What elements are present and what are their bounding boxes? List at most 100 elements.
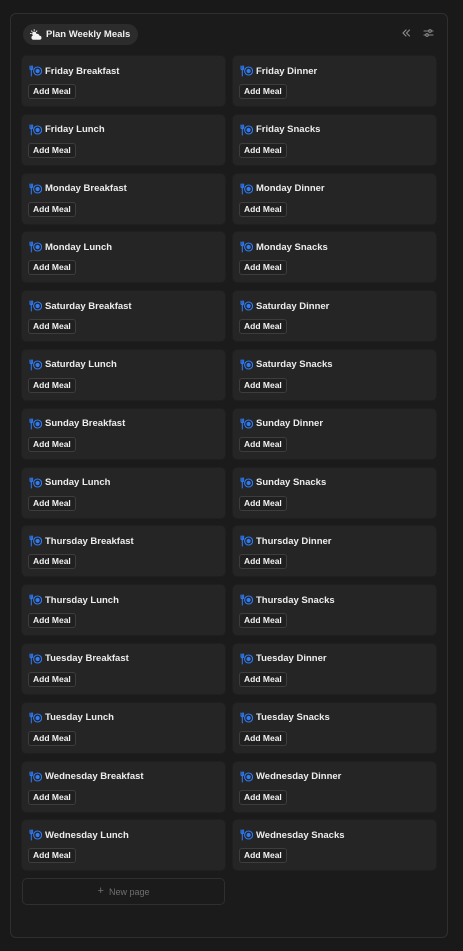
- view-tab[interactable]: Plan Weekly Meals: [23, 24, 139, 45]
- meal-card[interactable]: Wednesday Dinner Add Meal: [233, 761, 436, 812]
- new-page-button[interactable]: + New page: [22, 878, 225, 905]
- card-title-text: Monday Snacks: [256, 241, 328, 253]
- card-title: Sunday Dinner: [240, 417, 323, 431]
- add-meal-button[interactable]: Add Meal: [239, 377, 287, 393]
- meal-card[interactable]: Tuesday Breakfast Add Meal: [22, 643, 225, 694]
- add-meal-button[interactable]: Add Meal: [28, 789, 76, 805]
- fork-plate-icon: [240, 829, 253, 841]
- meal-card[interactable]: Saturday Snacks Add Meal: [233, 349, 436, 400]
- add-meal-button[interactable]: Add Meal: [239, 848, 287, 864]
- add-meal-button[interactable]: Add Meal: [28, 319, 76, 335]
- meal-card[interactable]: Friday Snacks Add Meal: [233, 114, 436, 165]
- add-meal-button[interactable]: Add Meal: [28, 142, 76, 158]
- meal-card[interactable]: Monday Dinner Add Meal: [233, 173, 436, 224]
- card-title: Monday Snacks: [240, 240, 328, 254]
- card-title-text: Friday Breakfast: [45, 65, 120, 77]
- card-title: Monday Lunch: [29, 240, 112, 254]
- add-meal-button[interactable]: Add Meal: [28, 436, 76, 452]
- add-meal-button[interactable]: Add Meal: [239, 319, 287, 335]
- fork-plate-icon: [29, 124, 42, 136]
- card-title-text: Thursday Dinner: [256, 535, 332, 547]
- add-meal-button[interactable]: Add Meal: [239, 789, 287, 805]
- fork-plate-icon: [240, 712, 253, 724]
- add-meal-button[interactable]: Add Meal: [28, 84, 76, 99]
- add-meal-button[interactable]: Add Meal: [239, 84, 287, 99]
- card-title-text: Monday Lunch: [45, 241, 113, 253]
- sun-cloud-icon: [30, 28, 42, 41]
- meal-card[interactable]: Friday Breakfast Add Meal: [22, 56, 225, 106]
- card-title: Saturday Snacks: [240, 358, 333, 372]
- fork-plate-icon: [29, 712, 42, 724]
- meal-card[interactable]: Sunday Snacks Add Meal: [233, 467, 436, 518]
- add-meal-button[interactable]: Add Meal: [239, 671, 287, 687]
- meal-card[interactable]: Saturday Dinner Add Meal: [233, 291, 436, 342]
- add-meal-button[interactable]: Add Meal: [239, 730, 287, 746]
- add-meal-button[interactable]: Add Meal: [28, 613, 76, 629]
- card-title: Tuesday Dinner: [240, 652, 327, 666]
- fork-plate-icon: [29, 594, 42, 606]
- card-title-text: Tuesday Snacks: [256, 712, 330, 724]
- card-title-text: Saturday Dinner: [256, 300, 330, 312]
- meal-card[interactable]: Tuesday Dinner Add Meal: [233, 643, 436, 694]
- meal-card[interactable]: Saturday Lunch Add Meal: [22, 349, 225, 400]
- double-chevron-left-icon[interactable]: [399, 26, 413, 40]
- add-meal-button[interactable]: Add Meal: [28, 377, 76, 393]
- meal-card[interactable]: Wednesday Breakfast Add Meal: [22, 761, 225, 812]
- card-title-text: Saturday Breakfast: [45, 300, 132, 312]
- meal-card[interactable]: Monday Breakfast Add Meal: [22, 173, 225, 224]
- card-title: Tuesday Breakfast: [29, 652, 129, 666]
- meal-card[interactable]: Tuesday Lunch Add Meal: [22, 702, 225, 753]
- meal-card[interactable]: Friday Dinner Add Meal: [233, 56, 436, 106]
- fork-plate-icon: [240, 65, 253, 77]
- add-meal-button[interactable]: Add Meal: [28, 260, 76, 276]
- add-meal-button[interactable]: Add Meal: [239, 142, 287, 158]
- fork-plate-icon: [29, 241, 42, 253]
- add-meal-button[interactable]: Add Meal: [28, 201, 76, 217]
- meal-card[interactable]: Monday Snacks Add Meal: [233, 232, 436, 283]
- add-meal-button[interactable]: Add Meal: [239, 260, 287, 276]
- fork-plate-icon: [29, 653, 42, 665]
- card-grid: Friday Breakfast Add Meal Friday Dinner …: [22, 56, 436, 871]
- meal-card[interactable]: Wednesday Snacks Add Meal: [233, 820, 436, 871]
- card-title-text: Saturday Snacks: [256, 359, 333, 371]
- meal-card[interactable]: Wednesday Lunch Add Meal: [22, 820, 225, 871]
- add-meal-button[interactable]: Add Meal: [239, 436, 287, 452]
- card-title: Wednesday Lunch: [29, 828, 129, 842]
- fork-plate-icon: [240, 124, 253, 136]
- add-meal-button[interactable]: Add Meal: [28, 671, 76, 687]
- add-meal-button[interactable]: Add Meal: [28, 554, 76, 570]
- add-meal-button[interactable]: Add Meal: [239, 201, 287, 217]
- meal-card[interactable]: Thursday Snacks Add Meal: [233, 585, 436, 636]
- sliders-icon[interactable]: [421, 26, 435, 40]
- meal-card[interactable]: Tuesday Snacks Add Meal: [233, 702, 436, 753]
- meal-card[interactable]: Saturday Breakfast Add Meal: [22, 291, 225, 342]
- fork-plate-icon: [29, 535, 42, 547]
- add-meal-button[interactable]: Add Meal: [239, 613, 287, 629]
- fork-plate-icon: [29, 183, 42, 195]
- card-title: Saturday Breakfast: [29, 299, 132, 313]
- card-title-text: Wednesday Breakfast: [45, 771, 144, 783]
- meal-card[interactable]: Thursday Breakfast Add Meal: [22, 526, 225, 577]
- add-meal-button[interactable]: Add Meal: [239, 495, 287, 511]
- add-meal-button[interactable]: Add Meal: [28, 848, 76, 864]
- add-meal-button[interactable]: Add Meal: [28, 730, 76, 746]
- fork-plate-icon: [240, 183, 253, 195]
- meal-card[interactable]: Sunday Lunch Add Meal: [22, 467, 225, 518]
- meal-card[interactable]: Thursday Lunch Add Meal: [22, 585, 225, 636]
- meal-card[interactable]: Sunday Breakfast Add Meal: [22, 408, 225, 459]
- fork-plate-icon: [29, 829, 42, 841]
- card-title: Thursday Breakfast: [29, 534, 134, 548]
- card-title: Friday Breakfast: [29, 64, 119, 78]
- meal-card[interactable]: Monday Lunch Add Meal: [22, 232, 225, 283]
- meal-card[interactable]: Sunday Dinner Add Meal: [233, 408, 436, 459]
- add-meal-button[interactable]: Add Meal: [239, 554, 287, 570]
- add-meal-button[interactable]: Add Meal: [28, 495, 76, 511]
- card-title-text: Sunday Snacks: [256, 477, 327, 489]
- card-title: Monday Breakfast: [29, 182, 127, 196]
- meal-card[interactable]: Thursday Dinner Add Meal: [233, 526, 436, 577]
- meal-card[interactable]: Friday Lunch Add Meal: [22, 114, 225, 165]
- card-title-text: Thursday Lunch: [45, 594, 119, 606]
- card-title-text: Wednesday Snacks: [256, 829, 345, 841]
- new-page-label: New page: [108, 886, 150, 897]
- card-title: Friday Dinner: [240, 64, 317, 78]
